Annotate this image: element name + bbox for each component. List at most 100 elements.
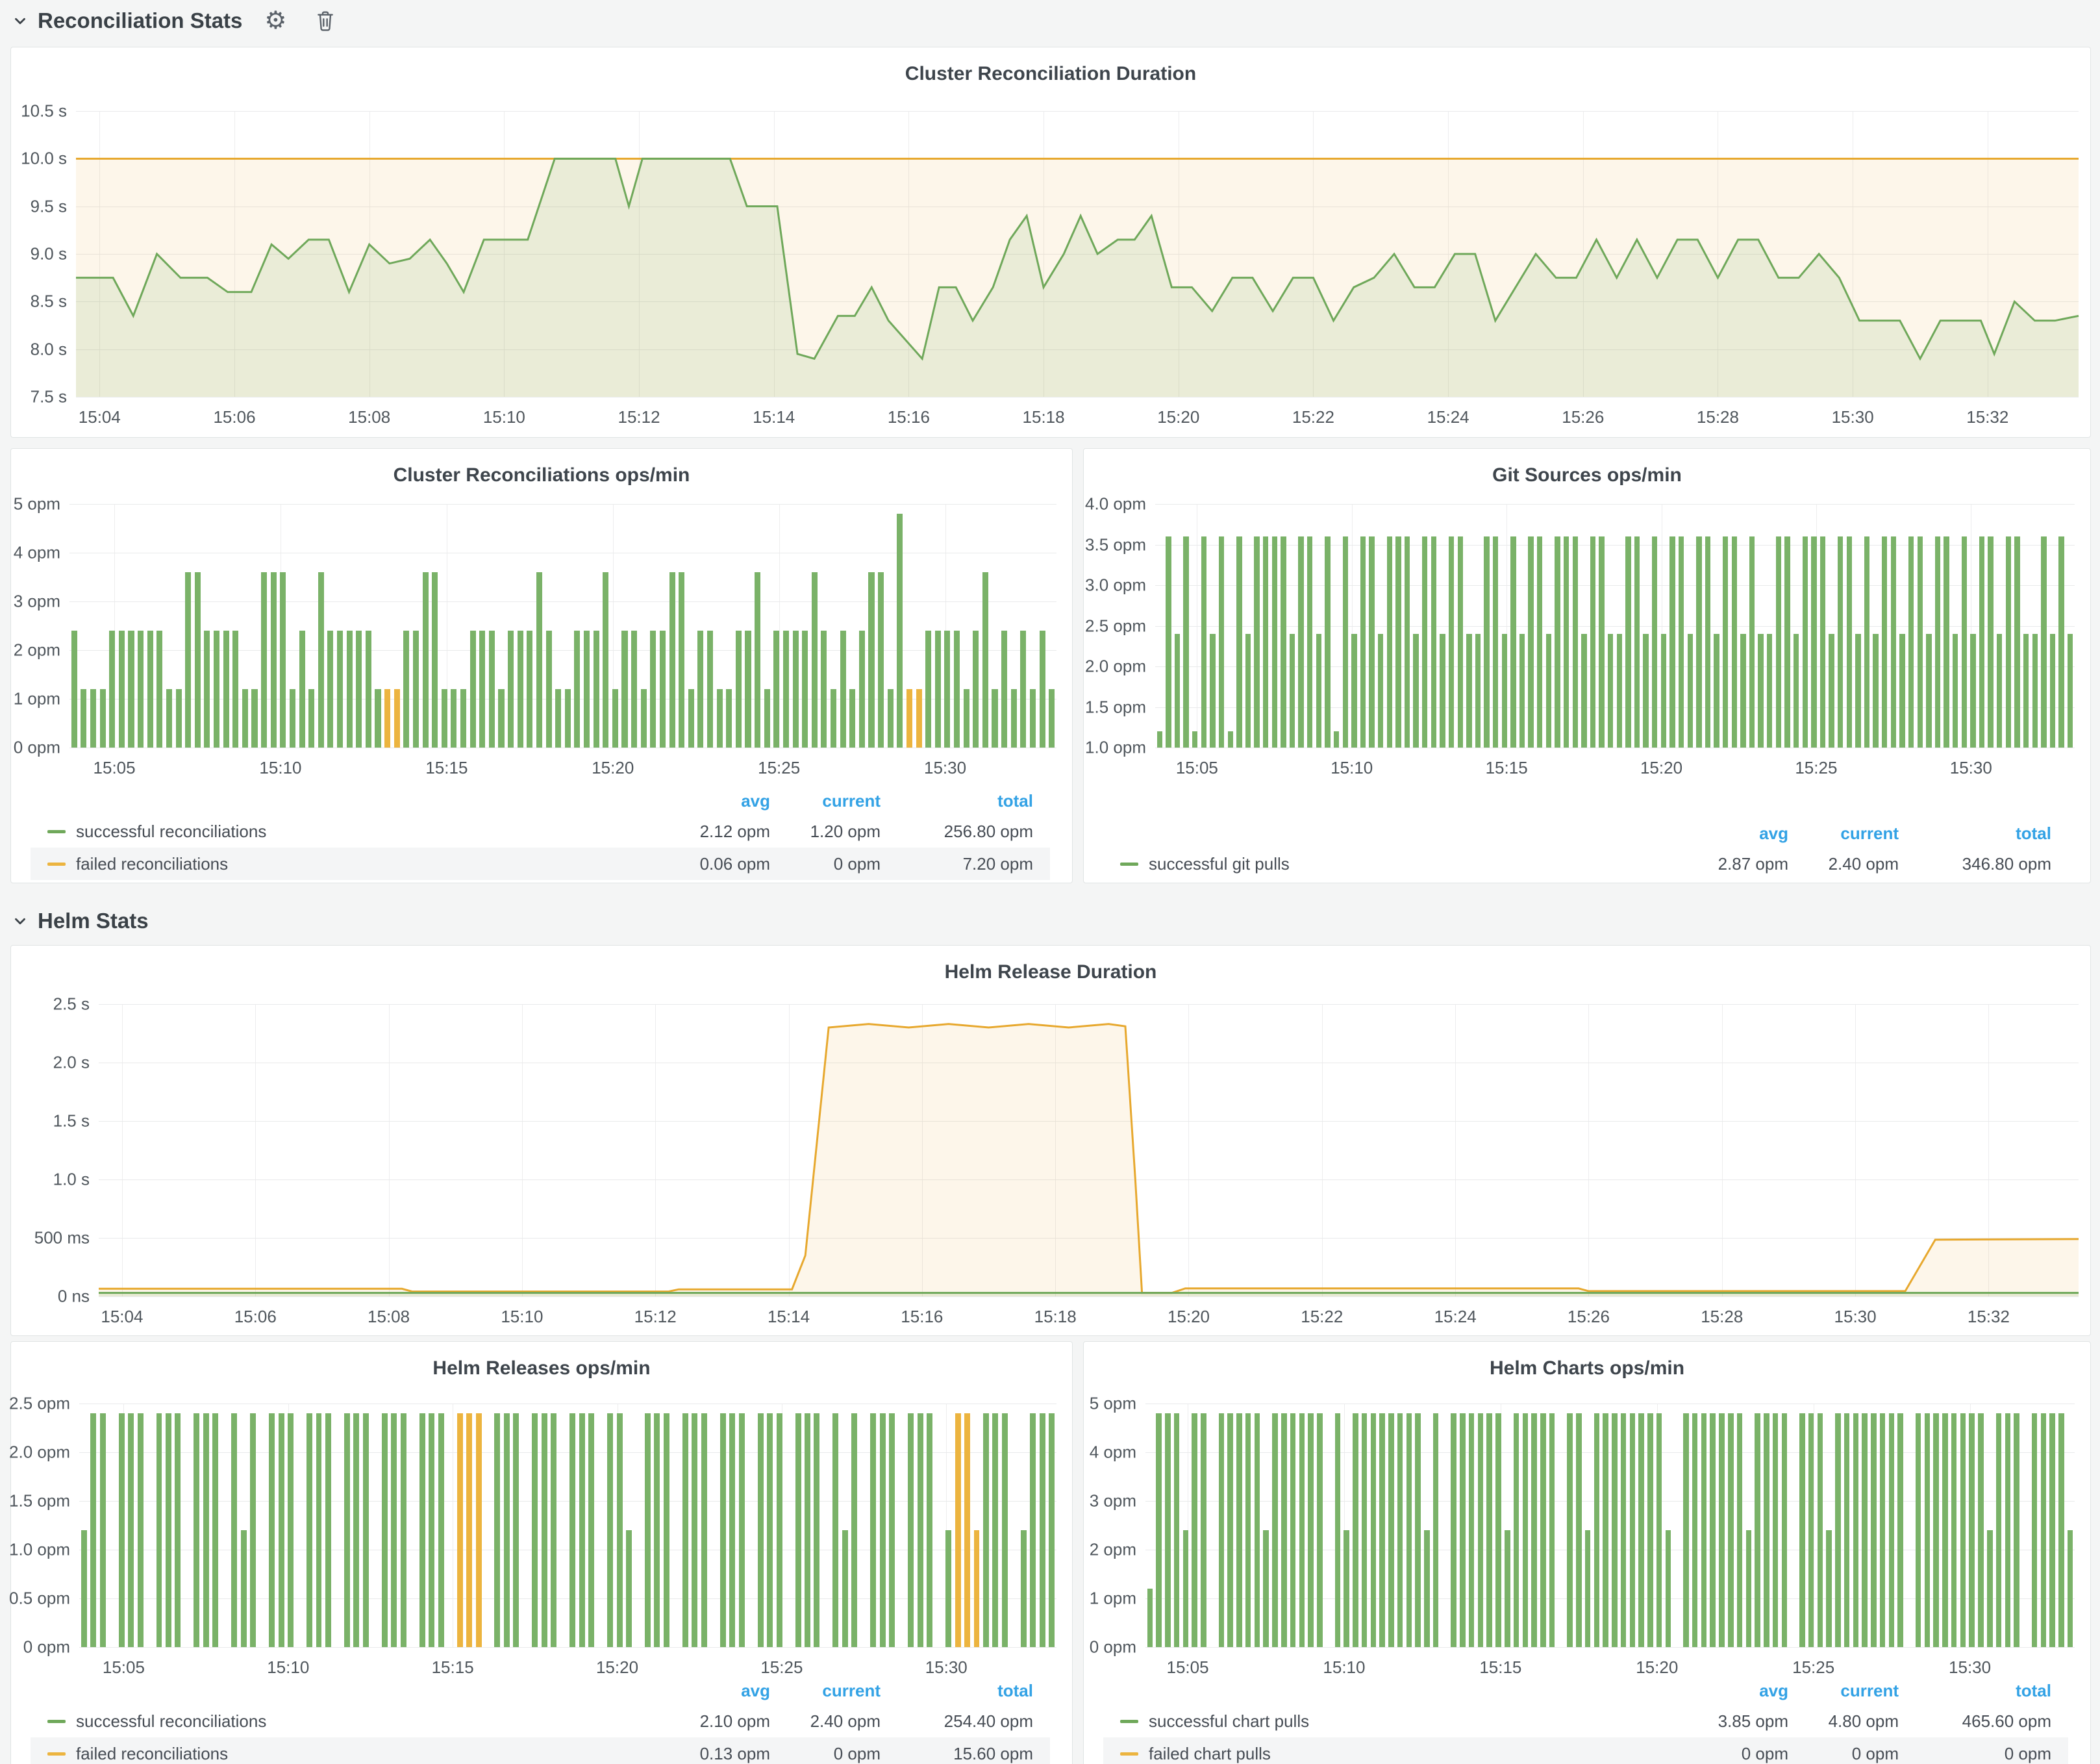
- legend-value-total: 256.80 opm: [881, 822, 1033, 842]
- bar-success: [212, 1413, 218, 1647]
- x-tick-label: 15:05: [1176, 758, 1218, 778]
- bar-success: [2032, 634, 2038, 748]
- bar-success: [316, 1413, 322, 1647]
- bar-success: [1701, 1413, 1707, 1647]
- bar-success: [1669, 536, 1675, 748]
- bar-success: [542, 1413, 547, 1647]
- bar-success: [138, 631, 144, 748]
- bar-success: [1049, 1413, 1055, 1647]
- bar-success: [1466, 634, 1471, 748]
- bar-success: [773, 631, 779, 748]
- chevron-down-icon[interactable]: [12, 12, 29, 29]
- bar-success: [584, 631, 590, 748]
- y-tick-label: 2.0 s: [53, 1053, 90, 1073]
- x-tick-label: 15:25: [1792, 1657, 1834, 1678]
- legend-series-name[interactable]: failed reconciliations: [76, 1744, 228, 1764]
- legend-column-current[interactable]: current: [1788, 824, 1899, 844]
- panel-title[interactable]: Helm Charts ops/min: [1084, 1342, 2090, 1380]
- legend-column-total[interactable]: total: [1899, 824, 2051, 844]
- bar-success: [442, 689, 447, 748]
- y-tick-label: 2 opm: [1090, 1540, 1136, 1560]
- legend-column-total[interactable]: total: [881, 1681, 1033, 1701]
- helm-charts-ops-chart[interactable]: 15:0515:1015:1515:2015:2515:300 opm1 opm…: [1145, 1404, 2075, 1647]
- bar-success: [1808, 1413, 1814, 1647]
- bar-success: [2005, 1413, 2011, 1647]
- cluster-reconciliations-ops-chart[interactable]: 15:0515:1015:1515:2015:2515:300 opm1 opm…: [69, 504, 1056, 748]
- cluster-reconciliation-duration-chart[interactable]: 15:0415:0615:0815:1015:1215:1415:1615:18…: [76, 111, 2079, 397]
- legend-column-avg[interactable]: avg: [1678, 1681, 1788, 1701]
- bar-success: [513, 1413, 519, 1647]
- bar-success: [1387, 536, 1392, 748]
- legend-value-avg: 3.85 opm: [1678, 1711, 1788, 1732]
- y-tick-label: 0 opm: [23, 1637, 70, 1657]
- legend: avgcurrenttotal successful reconciliation…: [31, 1676, 1050, 1764]
- legend-column-total[interactable]: total: [1899, 1681, 2051, 1701]
- legend-column-avg[interactable]: avg: [660, 791, 770, 811]
- bar-success: [1325, 536, 1330, 748]
- trash-icon[interactable]: [315, 9, 336, 32]
- bar-success: [1272, 536, 1277, 748]
- bar-success: [1165, 1413, 1171, 1647]
- bar-success: [1415, 1413, 1421, 1647]
- bar-success: [1523, 1413, 1529, 1647]
- section-title[interactable]: Helm Stats: [38, 909, 149, 933]
- panel-title[interactable]: Helm Releases ops/min: [11, 1342, 1072, 1380]
- chevron-down-icon[interactable]: [12, 913, 29, 929]
- legend-series-name[interactable]: failed chart pulls: [1149, 1744, 1271, 1764]
- legend-series-name[interactable]: failed reconciliations: [76, 854, 228, 874]
- y-tick-label: 2 opm: [14, 640, 60, 661]
- git-sources-ops-chart[interactable]: 15:0515:1015:1515:2015:2515:301.0 opm1.5…: [1155, 504, 2075, 748]
- bar-success: [1183, 536, 1188, 748]
- bar-success: [1369, 536, 1374, 748]
- legend-row: successful chart pulls3.85 opm4.80 opm46…: [1103, 1705, 2068, 1737]
- bar-success: [878, 572, 884, 748]
- bar-success: [325, 1413, 331, 1647]
- legend-row: successful reconciliations2.10 opm2.40 o…: [31, 1705, 1050, 1737]
- bar-success: [1567, 1413, 1573, 1647]
- bar-success: [594, 631, 599, 748]
- bar-success: [1638, 1413, 1644, 1647]
- legend-series-name[interactable]: successful reconciliations: [76, 1711, 266, 1732]
- bar-success: [641, 689, 647, 748]
- y-tick-label: 1.0 s: [53, 1170, 90, 1190]
- helm-releases-ops-chart[interactable]: 15:0515:1015:1515:2015:2515:300 opm0.5 o…: [79, 1404, 1056, 1647]
- legend-column-total[interactable]: total: [881, 791, 1033, 811]
- y-tick-label: 9.0 s: [31, 244, 67, 264]
- bar-success: [1755, 1413, 1760, 1647]
- panel-title[interactable]: Helm Release Duration: [11, 946, 2090, 983]
- x-tick-label: 15:18: [1034, 1307, 1077, 1327]
- panel-title[interactable]: Cluster Reconciliation Duration: [11, 47, 2090, 85]
- bar-success: [489, 631, 495, 748]
- legend-column-current[interactable]: current: [770, 791, 881, 811]
- bar-success: [992, 689, 997, 748]
- helm-release-duration-chart[interactable]: 15:0415:0615:0815:1015:1215:1415:1615:18…: [99, 1004, 2079, 1296]
- bar-success: [1236, 1413, 1242, 1647]
- panel-helm-release-duration: Helm Release Duration 15:0415:0615:0815:…: [10, 945, 2091, 1336]
- panel-title[interactable]: Git Sources ops/min: [1084, 449, 2090, 486]
- legend-value-current: 2.40 opm: [770, 1711, 881, 1732]
- panel-title[interactable]: Cluster Reconciliations ops/min: [11, 449, 1072, 486]
- section-title[interactable]: Reconciliation Stats: [38, 8, 242, 33]
- bar-success: [1431, 536, 1436, 748]
- bar-success: [579, 1413, 585, 1647]
- bar-success: [1908, 536, 1914, 748]
- legend-column-current[interactable]: current: [1788, 1681, 1899, 1701]
- x-tick-label: 15:14: [768, 1307, 810, 1327]
- bar-success: [650, 631, 656, 748]
- legend-column-avg[interactable]: avg: [660, 1681, 770, 1701]
- legend-column-avg[interactable]: avg: [1678, 824, 1788, 844]
- x-tick-label: 15:30: [1949, 1657, 1991, 1678]
- bar-success: [1818, 1413, 1823, 1647]
- bar-success: [802, 631, 808, 748]
- bar-success: [1469, 1413, 1475, 1647]
- bar-success: [1201, 536, 1206, 748]
- gear-icon[interactable]: ⚙: [264, 8, 286, 33]
- bar-success: [612, 689, 618, 748]
- bar-success: [1782, 1413, 1788, 1647]
- legend-series-name[interactable]: successful reconciliations: [76, 822, 266, 842]
- bar-success: [755, 572, 760, 748]
- bar-failed: [476, 1413, 482, 1647]
- legend-series-name[interactable]: successful git pulls: [1149, 854, 1290, 874]
- legend-column-current[interactable]: current: [770, 1681, 881, 1701]
- legend-series-name[interactable]: successful chart pulls: [1149, 1711, 1309, 1732]
